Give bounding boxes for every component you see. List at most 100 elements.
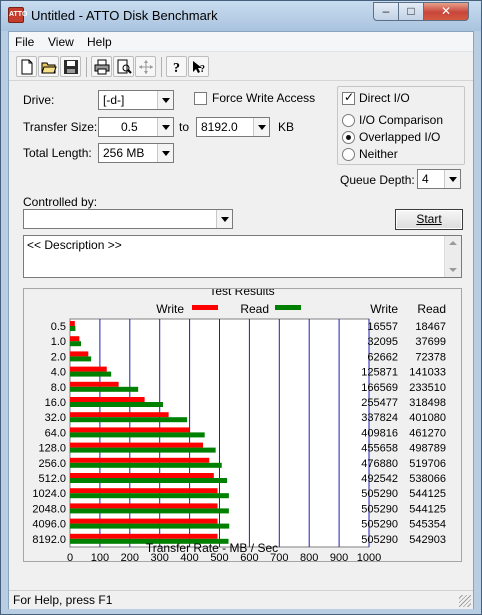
- chevron-down-icon[interactable]: [253, 118, 269, 136]
- svg-text:?: ?: [200, 64, 205, 75]
- title-bar[interactable]: ATTO Untitled - ATTO Disk Benchmark – □ …: [1, 1, 481, 31]
- context-help-icon[interactable]: ?: [188, 56, 209, 77]
- io-comparison-radio[interactable]: [342, 114, 355, 127]
- neither-label: Neither: [359, 147, 398, 161]
- write-bar: [70, 412, 169, 418]
- read-bar: [70, 508, 229, 514]
- total-length-value: 256 MB: [103, 146, 145, 160]
- write-bar: [70, 321, 75, 326]
- read-value: 538066: [409, 473, 446, 485]
- chevron-down-icon[interactable]: [216, 210, 232, 228]
- read-bar: [70, 341, 82, 347]
- x-tick-label: 0: [67, 552, 73, 561]
- read-value: 544125: [409, 488, 446, 500]
- y-tick-label: 32.0: [45, 412, 66, 424]
- print-icon[interactable]: [91, 56, 112, 77]
- kb-label: KB: [278, 120, 295, 134]
- drive-value: [-d-]: [103, 93, 125, 107]
- chevron-down-icon[interactable]: [157, 118, 173, 136]
- test-results-panel: Test Results Write Read Write Read 0 100 2…: [23, 288, 462, 562]
- write-column-header: Write: [370, 302, 398, 316]
- maximize-button[interactable]: □: [398, 2, 424, 21]
- plot-area: 0 100 200 300 400 500 600 700 800 900 10000.5 16557…: [32, 318, 446, 561]
- write-value: 166569: [361, 382, 398, 394]
- scroll-down-icon[interactable]: [449, 268, 457, 272]
- toolbar-separator: [161, 57, 162, 77]
- queue-depth-select[interactable]: 4: [417, 169, 461, 189]
- chevron-down-icon[interactable]: [157, 91, 173, 109]
- write-bar: [70, 336, 80, 342]
- toolbar-separator: [86, 57, 87, 77]
- client-area: File View Help ? ? Drive: [-d-] Force Wr…: [8, 31, 474, 609]
- read-bar: [70, 447, 216, 453]
- total-length-label: Total Length:: [23, 146, 92, 160]
- scroll-up-icon[interactable]: [449, 241, 457, 245]
- transfer-size-to-select[interactable]: 8192.0: [196, 117, 270, 137]
- toolbar: ? ?: [9, 53, 473, 81]
- x-tick-label: 200: [121, 552, 139, 561]
- write-value: 337824: [361, 412, 398, 424]
- direct-io-label: Direct I/O: [359, 91, 410, 105]
- x-tick-label: 800: [300, 552, 318, 561]
- close-button[interactable]: ✕: [423, 2, 469, 21]
- force-write-checkbox[interactable]: [194, 92, 207, 105]
- open-folder-icon[interactable]: [38, 56, 59, 77]
- read-bar: [70, 402, 163, 407]
- x-axis-label: Transfer Rate - MB / Sec: [146, 541, 278, 555]
- write-bar: [70, 473, 214, 478]
- x-tick-label: 900: [330, 552, 348, 561]
- move-icon[interactable]: [135, 56, 156, 77]
- write-legend-swatch: [192, 305, 218, 310]
- write-value: 255477: [361, 397, 398, 409]
- menu-file[interactable]: File: [15, 35, 34, 49]
- print-preview-icon[interactable]: [113, 56, 134, 77]
- read-value: 72378: [415, 351, 446, 363]
- results-chart: Test Results Write Read Write Read 0 100 2…: [32, 289, 446, 561]
- read-legend-swatch: [275, 305, 301, 310]
- read-bar: [70, 371, 112, 377]
- write-bar: [70, 533, 218, 539]
- menu-help[interactable]: Help: [87, 35, 112, 49]
- direct-io-checkbox[interactable]: ✓: [342, 90, 355, 105]
- write-bar: [70, 518, 218, 524]
- read-bar: [70, 432, 205, 438]
- y-tick-label: 4096.0: [32, 519, 66, 531]
- chevron-down-icon[interactable]: [444, 170, 460, 188]
- minimize-button[interactable]: –: [373, 2, 399, 21]
- transfer-size-from-select[interactable]: 0.5: [98, 117, 174, 137]
- description-scrollbar[interactable]: [444, 236, 461, 277]
- svg-text:?: ?: [173, 61, 180, 75]
- radio-selected-dot: [346, 135, 351, 140]
- y-tick-label: 512.0: [38, 473, 66, 485]
- drive-select[interactable]: [-d-]: [98, 90, 174, 110]
- start-button[interactable]: Start: [395, 209, 463, 230]
- total-length-select[interactable]: 256 MB: [98, 143, 174, 163]
- write-value: 16557: [367, 321, 398, 333]
- read-value: 318498: [409, 397, 446, 409]
- read-value: 498789: [409, 443, 446, 455]
- queue-depth-label: Queue Depth:: [340, 173, 415, 187]
- write-value: 505290: [361, 519, 398, 531]
- chevron-down-icon[interactable]: [157, 144, 173, 162]
- controlled-by-select[interactable]: [23, 209, 233, 229]
- neither-radio[interactable]: [342, 148, 355, 161]
- help-icon[interactable]: ?: [166, 56, 187, 77]
- y-tick-label: 2048.0: [32, 503, 66, 515]
- write-bar: [70, 366, 107, 372]
- description-text: << Description >>: [27, 238, 122, 252]
- resize-grip-icon[interactable]: [459, 595, 471, 607]
- y-tick-label: 8192.0: [32, 534, 66, 546]
- overlapped-io-label: Overlapped I/O: [359, 130, 441, 144]
- description-textarea[interactable]: << Description >>: [23, 235, 462, 278]
- write-value: 409816: [361, 427, 398, 439]
- save-icon[interactable]: [60, 56, 81, 77]
- app-window: ATTO Untitled - ATTO Disk Benchmark – □ …: [0, 0, 482, 615]
- new-file-icon[interactable]: [16, 56, 37, 77]
- y-tick-label: 128.0: [38, 443, 66, 455]
- read-bar: [70, 326, 76, 331]
- atto-app-icon[interactable]: ATTO: [8, 7, 27, 23]
- drive-label: Drive:: [23, 93, 55, 107]
- overlapped-io-radio[interactable]: [342, 131, 355, 144]
- menu-view[interactable]: View: [48, 35, 74, 49]
- write-value: 505290: [361, 534, 398, 546]
